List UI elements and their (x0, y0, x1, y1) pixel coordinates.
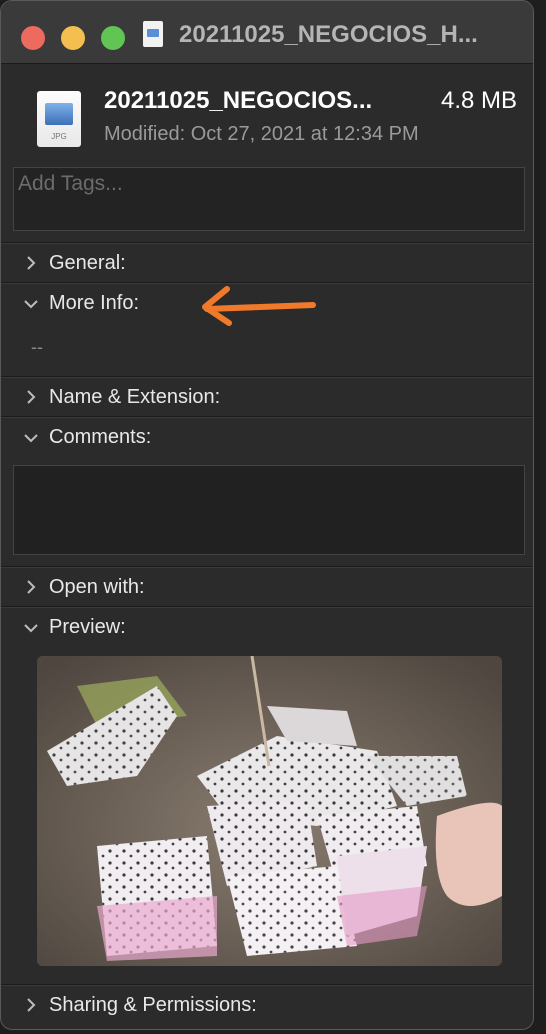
section-name-extension-label: Name & Extension: (49, 386, 221, 408)
section-comments-label: Comments: (49, 426, 152, 448)
file-name: 20211025_NEGOCIOS... (104, 87, 373, 114)
chevron-right-icon[interactable] (23, 997, 39, 1013)
zoom-button[interactable] (101, 26, 125, 50)
section-more-info-label: More Info: (49, 292, 140, 314)
jpg-file-icon: JPG (37, 91, 81, 147)
tags-field[interactable]: Add Tags... (13, 167, 525, 231)
section-general[interactable]: General: (1, 242, 533, 283)
preview-image (37, 656, 502, 966)
chevron-right-icon[interactable] (23, 255, 39, 271)
section-general-label: General: (49, 252, 126, 274)
section-name-extension[interactable]: Name & Extension: (1, 376, 533, 417)
file-icon-ext: JPG (51, 132, 67, 141)
chevron-down-icon[interactable] (23, 296, 39, 312)
chevron-down-icon[interactable] (23, 620, 39, 636)
annotation-arrow-icon (202, 286, 316, 326)
section-sharing-permissions-label: Sharing & Permissions: (49, 994, 257, 1016)
chevron-right-icon[interactable] (23, 389, 39, 405)
more-info-value: -- (31, 337, 43, 357)
section-preview-label: Preview: (49, 616, 126, 638)
tags-placeholder: Add Tags... (18, 172, 123, 195)
modified-date: Modified: Oct 27, 2021 at 12:34 PM (104, 123, 419, 145)
window-title: 20211025_NEGOCIOS_H... (179, 21, 478, 48)
chevron-down-icon[interactable] (23, 430, 39, 446)
chevron-right-icon[interactable] (23, 579, 39, 595)
get-info-window: 20211025_NEGOCIOS_H... JPG 20211025_NEGO… (0, 0, 534, 1030)
file-header: JPG 20211025_NEGOCIOS... 4.8 MB Modified… (1, 63, 533, 163)
minimize-button[interactable] (61, 26, 85, 50)
section-open-with[interactable]: Open with: (1, 566, 533, 607)
section-open-with-label: Open with: (49, 576, 145, 598)
image-icon (45, 103, 73, 125)
document-icon (143, 21, 163, 47)
file-size: 4.8 MB (440, 87, 517, 114)
section-sharing-permissions[interactable]: Sharing & Permissions: (1, 984, 533, 1029)
title-bar[interactable]: 20211025_NEGOCIOS_H... (1, 1, 533, 64)
close-button[interactable] (21, 26, 45, 50)
comments-textarea[interactable] (13, 465, 525, 555)
